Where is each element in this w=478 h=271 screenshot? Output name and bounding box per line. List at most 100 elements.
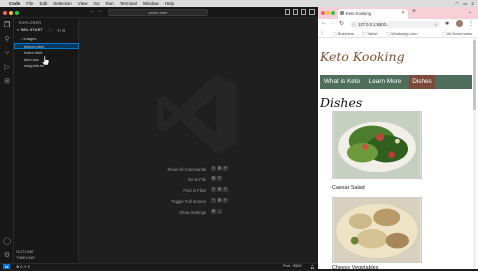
vscode-window: ← → ystart-start ❐ ⚲ ⑂ ▷ ⊞ ◯ ⚙ EXPLORER … xyxy=(0,7,318,269)
file-index-html[interactable]: index.html xyxy=(24,50,42,55)
toggle-sidebar-icon[interactable] xyxy=(285,9,290,15)
new-file-icon[interactable]: 🗋 🗀 ↻ ⊟ xyxy=(48,28,65,35)
notifications-bell-icon[interactable]: 🔔︎ xyxy=(310,264,315,269)
zoom-window-icon[interactable] xyxy=(331,11,335,15)
dish-name-cheesy-vegetables: Cheesy Vegetables xyxy=(332,265,379,271)
chrome-menu-icon[interactable]: ⋮ xyxy=(468,20,474,27)
menu-code[interactable]: Code xyxy=(9,1,20,6)
cmd-find-in-files[interactable]: Find in Files xyxy=(126,188,206,193)
kbd-key: ⌘ xyxy=(217,166,222,171)
bookmark-business[interactable]: ▢ Business xyxy=(333,31,354,36)
explorer-title: EXPLORER xyxy=(19,21,42,25)
apps-grid-icon[interactable]: ⁞⁞ xyxy=(321,31,324,36)
tab-close-icon[interactable]: ✕ xyxy=(401,10,405,16)
manage-gear-icon[interactable]: ⚙ xyxy=(3,252,11,260)
menu-file[interactable]: File xyxy=(26,1,33,6)
page-scrollbar[interactable] xyxy=(473,38,476,269)
menu-go[interactable]: Go xyxy=(93,1,99,6)
problems-indicator[interactable]: ⊗ 0 ⚠ 0 xyxy=(16,264,30,269)
address-bar[interactable]: ⓘ 127.0.0.1:5500... ☆ xyxy=(350,21,440,28)
menu-selection[interactable]: Selection xyxy=(53,1,72,6)
menu-view[interactable]: View xyxy=(78,1,88,6)
kbd-key: ⇧ xyxy=(211,187,216,192)
kbd-key: F xyxy=(223,187,228,192)
mac-menu-bar: Code File Edit Selection View Go Run Ter… xyxy=(0,0,478,7)
account-icon[interactable]: ◯ xyxy=(3,238,11,246)
back-arrow-icon[interactable]: ← xyxy=(89,8,95,14)
kbd-key: ⌘ xyxy=(211,209,216,214)
cmd-toggle-full-screen[interactable]: Toggle Full Screen xyxy=(126,199,206,204)
wifi-icon[interactable]: ◠ xyxy=(455,1,459,7)
menu-terminal[interactable]: Terminal xyxy=(120,1,137,6)
bookmark-whatsapp[interactable]: ▢ Whatsapp.com xyxy=(386,31,418,36)
cmd-show-all-commands[interactable]: Show All Commands xyxy=(126,167,206,172)
forward-arrow-icon[interactable]: → xyxy=(330,20,336,26)
tab-favicon-icon xyxy=(340,11,344,15)
chrome-tab-strip: Keto Kooking ✕ + ⌄ xyxy=(318,7,478,19)
menu-window[interactable]: Window xyxy=(143,1,159,6)
bookmark-star-icon[interactable]: ☆ xyxy=(434,21,438,28)
extensions-icon[interactable]: ⊞ xyxy=(3,78,11,86)
file-dishes-html[interactable]: dishes.html xyxy=(24,44,44,49)
scrollbar-thumb[interactable] xyxy=(473,40,476,110)
cmd-show-settings[interactable]: Show Settings xyxy=(126,210,206,215)
customize-layout-icon[interactable] xyxy=(309,9,315,15)
address-bar-url: 127.0.0.1:5500... xyxy=(358,22,390,27)
file-keto-css[interactable]: keto.css xyxy=(24,57,39,62)
kbd-key: F xyxy=(223,198,228,203)
nav-dishes[interactable]: Dishes xyxy=(409,75,435,89)
live-server-port[interactable]: Port : 5500 xyxy=(283,264,302,268)
toggle-panel-icon[interactable] xyxy=(293,9,298,15)
site-title: Keto Kooking xyxy=(320,49,405,64)
bookmark-tablet[interactable]: ▢ Tablet xyxy=(362,31,378,36)
nav-learn-more[interactable]: Learn More xyxy=(365,75,405,89)
back-arrow-icon[interactable]: ← xyxy=(321,20,327,26)
command-center-search[interactable]: ystart-start xyxy=(108,9,208,16)
tab-title: Keto Kooking xyxy=(346,11,371,16)
cmd-go-to-file[interactable]: Go to File xyxy=(126,177,206,182)
site-nav: What is Keto Learn More Dishes xyxy=(320,75,472,89)
menu-run[interactable]: Run xyxy=(106,1,114,6)
file-images[interactable]: › images xyxy=(21,36,36,41)
menu-edit[interactable]: Edit xyxy=(40,1,48,6)
vscode-watermark-logo xyxy=(157,74,237,154)
minimize-window-icon[interactable] xyxy=(326,11,330,15)
control-center-icon[interactable]: ≡ xyxy=(471,1,474,6)
remote-indicator-icon[interactable]: ⇋ xyxy=(3,264,11,269)
timeline-section[interactable]: TIMELINE xyxy=(16,256,35,260)
close-window-icon[interactable] xyxy=(3,10,7,15)
cheesy-vegetables-image xyxy=(332,197,422,263)
profile-avatar[interactable] xyxy=(456,20,463,27)
search-icon[interactable]: ⚲ xyxy=(3,36,11,44)
new-tab-icon[interactable]: + xyxy=(412,8,416,15)
outline-section[interactable]: OUTLINE xyxy=(16,250,34,254)
tab-search-icon[interactable]: ⌄ xyxy=(468,9,472,15)
all-bookmarks[interactable]: ▢ All Bookmarks xyxy=(442,31,472,36)
run-debug-icon[interactable]: ▷ xyxy=(3,64,11,72)
reload-icon[interactable]: ↻ xyxy=(339,20,344,27)
kbd-key: , xyxy=(217,209,222,214)
nav-what-is-keto[interactable]: What is Keto xyxy=(322,75,362,89)
kbd-key: ⌘ xyxy=(217,198,222,203)
extensions-puzzle-icon[interactable]: ✱ xyxy=(445,21,449,27)
editor-welcome-area: Show All Commands ⇧ ⌘ P Go to File ⌘ P F… xyxy=(80,18,318,263)
explorer-icon[interactable]: ❐ xyxy=(3,22,11,30)
minimize-window-icon[interactable] xyxy=(9,10,13,15)
activity-bar: ❐ ⚲ ⑂ ▷ ⊞ ◯ ⚙ xyxy=(0,18,14,263)
zoom-window-icon[interactable] xyxy=(15,10,19,15)
chrome-tab-active[interactable]: Keto Kooking ✕ xyxy=(338,9,408,19)
kbd-key: ⇧ xyxy=(211,166,216,171)
toggle-secondary-sidebar-icon[interactable] xyxy=(301,9,306,15)
site-info-icon[interactable]: ⓘ xyxy=(352,21,356,28)
folder-header[interactable]: > ÌMN‑START xyxy=(17,28,43,32)
vscode-titlebar: ← → ystart-start xyxy=(0,7,318,18)
kbd-key: P xyxy=(223,166,228,171)
source-control-icon[interactable]: ⑂ xyxy=(3,50,11,58)
bookmarks-bar: ⁞⁞ ▢ Business ▢ Tablet ▢ Whatsapp.com ▢ … xyxy=(318,30,478,38)
dishes-heading: Dishes xyxy=(320,95,363,110)
menu-help[interactable]: Help xyxy=(165,1,174,6)
close-window-icon[interactable] xyxy=(321,11,325,15)
dish-name-caesar-salad: Caesar Salad xyxy=(332,185,365,191)
battery-icon[interactable]: ▭ xyxy=(463,1,467,7)
forward-arrow-icon[interactable]: → xyxy=(97,8,103,14)
